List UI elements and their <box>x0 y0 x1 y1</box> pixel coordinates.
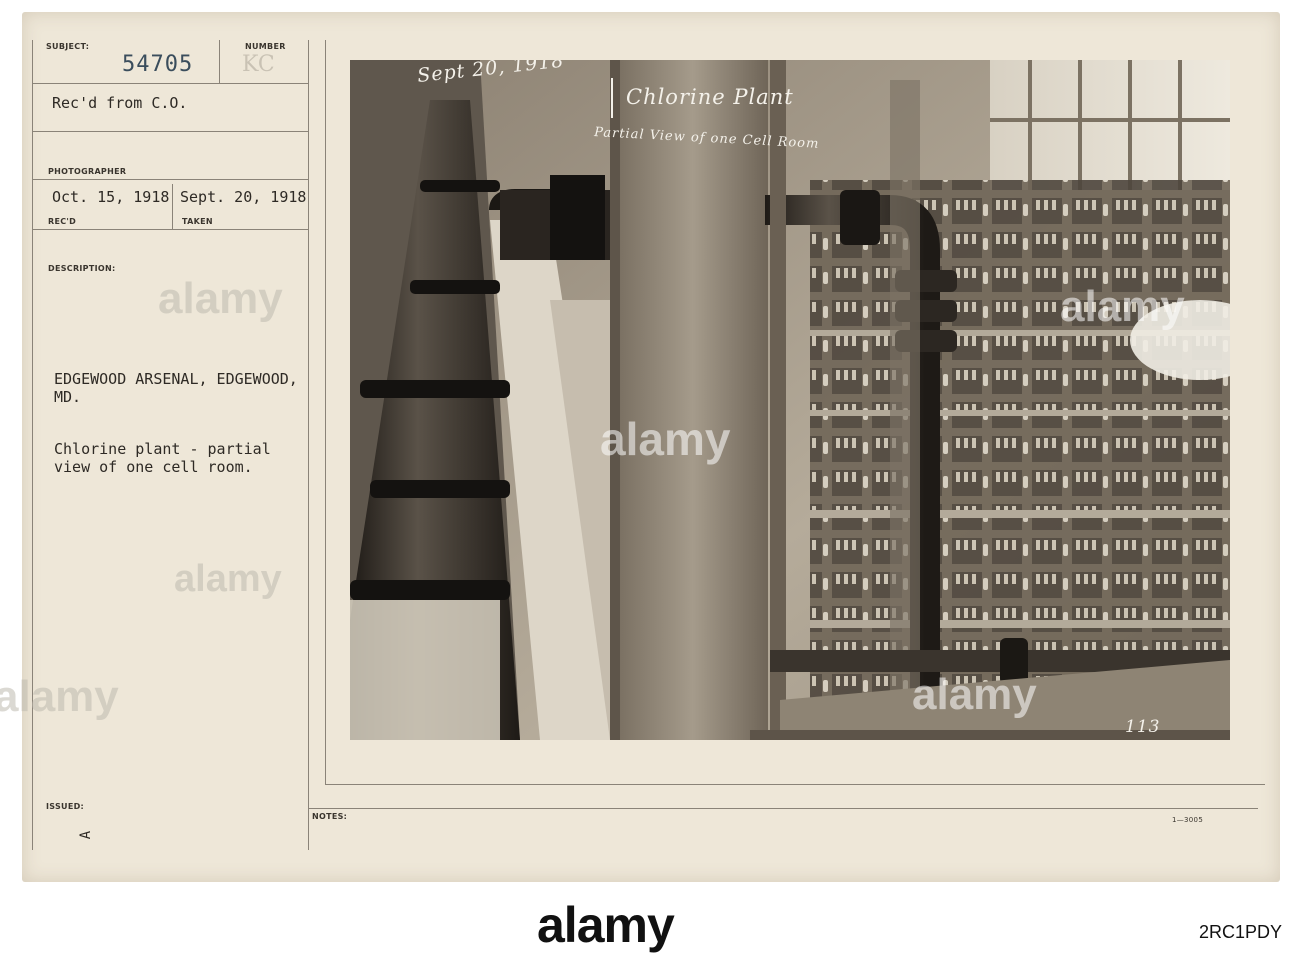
photo-box-left <box>325 40 326 784</box>
notes-label: NOTES: <box>312 812 348 821</box>
watermark-photo-upper-right: alamy <box>1060 282 1185 331</box>
photographer-label: PHOTOGRAPHER <box>48 167 127 176</box>
caption-line-1: Chlorine plant - partial <box>54 440 271 458</box>
row-rule-3 <box>32 179 308 180</box>
watermark-card-mid-left: alamy <box>174 558 282 600</box>
subject-number-divider <box>219 40 220 84</box>
photograph: Sept 20, 1918 Chlorine Plant Partial Vie… <box>350 50 1270 740</box>
alamy-logo: alamy <box>537 897 675 953</box>
caption-line-2: view of one cell room. <box>54 458 253 476</box>
watermark-card-lower-left: alamy <box>0 672 119 721</box>
notes-rule <box>308 808 1258 809</box>
location-line-2: MD. <box>54 388 82 406</box>
issued-label: ISSUED: <box>46 802 85 811</box>
subject-number: 54705 <box>122 52 194 77</box>
taken-date: Sept. 20, 1918 <box>180 188 307 206</box>
row-rule-4 <box>32 229 308 230</box>
photo-box-bottom <box>325 784 1265 785</box>
photo-plate-number: 113 <box>1125 717 1160 737</box>
row-rule-2 <box>32 131 308 132</box>
received-from: Rec'd from C.O. <box>52 94 188 112</box>
watermark-card-upper: alamy <box>158 274 283 323</box>
subject-label: SUBJECT: <box>46 42 90 51</box>
description-label: DESCRIPTION: <box>48 264 116 273</box>
card-column-divider <box>308 40 309 850</box>
chlorine-plant-photo: Sept 20, 1918 Chlorine Plant Partial Vie… <box>350 50 1270 740</box>
watermark-photo-lower-right: alamy <box>912 670 1037 719</box>
row-rule-1 <box>32 83 308 84</box>
watermark-photo-center: alamy <box>600 413 731 465</box>
location-line-1: EDGEWOOD ARSENAL, EDGEWOOD, <box>54 370 298 388</box>
issued-mark: A <box>78 830 95 840</box>
number-stamp: KC <box>242 52 275 77</box>
recd-label: REC'D <box>48 217 77 226</box>
image-id: 2RC1PDY <box>1198 922 1282 942</box>
date-divider <box>172 184 173 229</box>
photo-title-inscription: Chlorine Plant <box>626 85 794 109</box>
form-number: 1—3005 <box>1172 816 1204 824</box>
card-left-rule <box>32 40 33 850</box>
taken-label: TAKEN <box>182 217 213 226</box>
number-label: NUMBER <box>245 42 286 51</box>
recd-date: Oct. 15, 1918 <box>52 188 170 206</box>
